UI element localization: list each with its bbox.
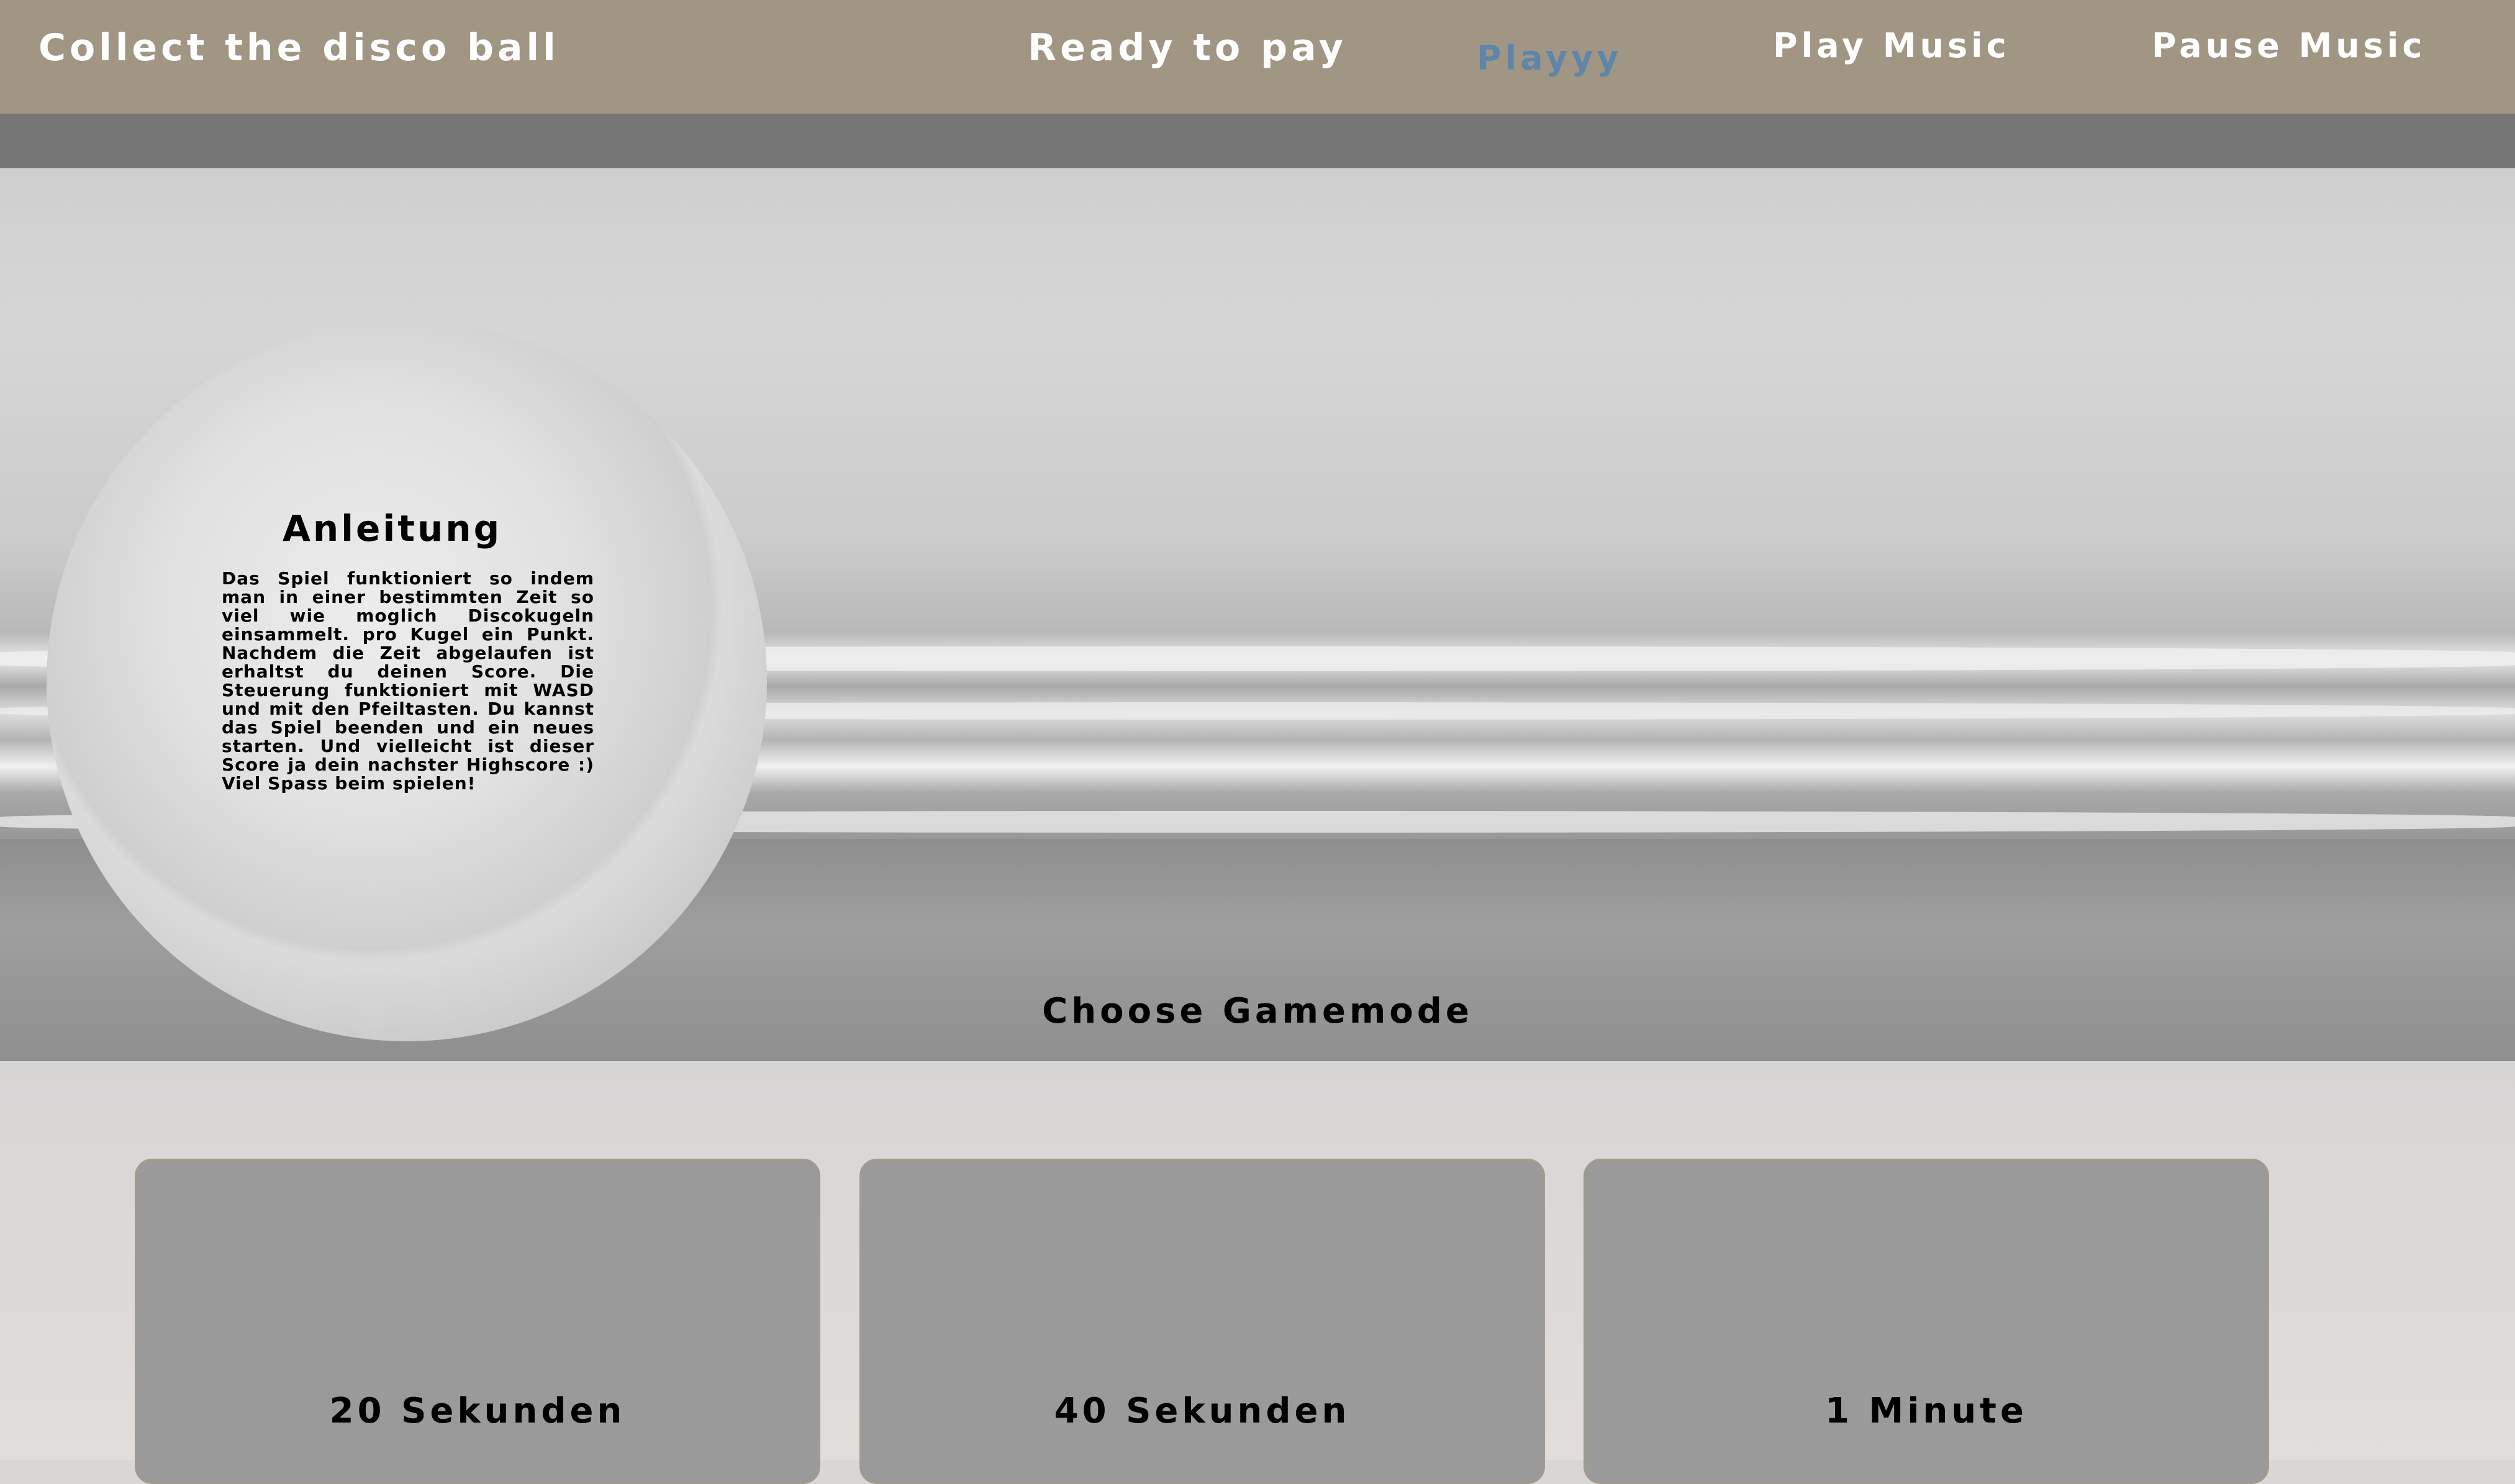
instructions-title: Anleitung [283, 507, 502, 550]
play-music-button[interactable]: Play Music [1773, 26, 2010, 65]
gamemode-card-40s[interactable]: 40 Sekunden [859, 1159, 1545, 1484]
beach-hero-background: Anleitung Das Spiel funktioniert so inde… [0, 168, 2515, 1061]
gamemode-card-20s[interactable]: 20 Sekunden [135, 1159, 820, 1484]
gamemode-label: 40 Sekunden [1054, 1391, 1351, 1431]
instructions-text: Das Spiel funktioniert so indem man in e… [222, 568, 594, 794]
gamemode-label: 20 Sekunden [329, 1391, 626, 1431]
choose-gamemode-title: Choose Gamemode [1042, 991, 1473, 1031]
instructions-panel: Anleitung Das Spiel funktioniert so inde… [47, 321, 767, 1041]
nav-ready-to-pay[interactable]: Ready to pay [1028, 26, 1347, 70]
gamemode-label: 1 Minute [1825, 1391, 2028, 1431]
brand-title[interactable]: Collect the disco ball [39, 26, 560, 70]
top-navbar: Collect the disco ball Ready to pay Play… [0, 0, 2515, 114]
gamemode-card-1min[interactable]: 1 Minute [1584, 1159, 2269, 1484]
sub-header-bar [0, 114, 2515, 168]
pause-music-button[interactable]: Pause Music [2152, 26, 2426, 65]
nav-play[interactable]: Playyy [1477, 38, 1622, 78]
